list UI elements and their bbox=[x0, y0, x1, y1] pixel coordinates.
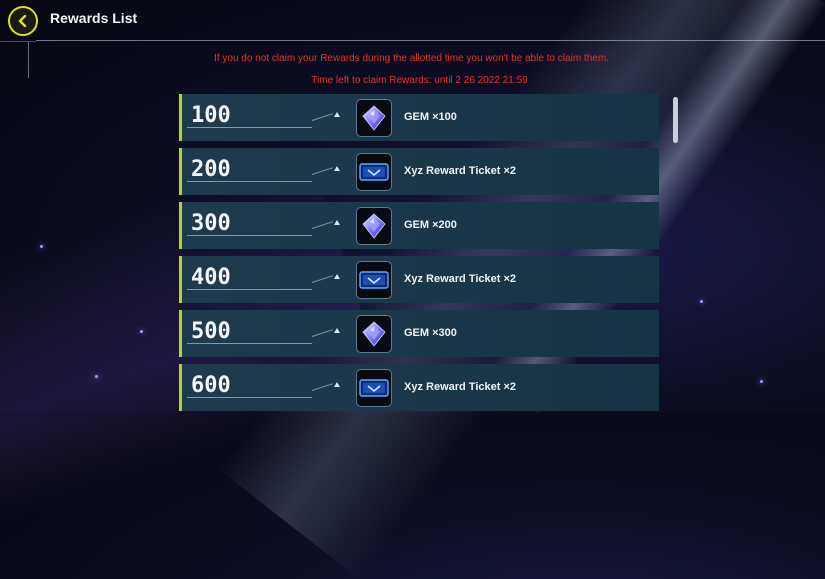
row-underline bbox=[187, 235, 312, 236]
reward-row-200[interactable]: 200 Xyz Reward Ticket ×2 bbox=[179, 148, 659, 195]
reward-label: Xyz Reward Ticket ×2 bbox=[404, 165, 516, 177]
row-underline bbox=[187, 127, 312, 128]
ticket-icon bbox=[359, 271, 389, 289]
row-underline-slant bbox=[311, 383, 334, 391]
reward-row-300[interactable]: 300 GEM ×200 bbox=[179, 202, 659, 249]
triangle-marker-icon bbox=[334, 274, 340, 279]
reward-count: 600 bbox=[191, 373, 231, 398]
reward-count: 200 bbox=[191, 157, 231, 182]
triangle-marker-icon bbox=[334, 166, 340, 171]
triangle-marker-icon bbox=[334, 328, 340, 333]
row-underline bbox=[187, 181, 312, 182]
reward-row-500[interactable]: 500 GEM ×300 bbox=[179, 310, 659, 357]
claim-warning: If you do not claim your Rewards during … bbox=[214, 53, 609, 64]
reward-count: 500 bbox=[191, 319, 231, 344]
frame-divider bbox=[0, 41, 36, 42]
reward-label: Xyz Reward Ticket ×2 bbox=[404, 381, 516, 393]
back-button[interactable] bbox=[8, 6, 38, 36]
row-underline bbox=[187, 343, 312, 344]
sparkle bbox=[40, 245, 43, 248]
reward-icon-frame bbox=[356, 369, 392, 407]
reward-label: GEM ×200 bbox=[404, 219, 457, 231]
header-bar: Rewards List bbox=[0, 0, 825, 40]
reward-count: 400 bbox=[191, 265, 231, 290]
gem-icon bbox=[362, 105, 386, 131]
reward-icon-frame bbox=[356, 261, 392, 299]
row-underline-slant bbox=[311, 113, 334, 121]
header-divider bbox=[36, 40, 825, 41]
triangle-marker-icon bbox=[334, 112, 340, 117]
page-title: Rewards List bbox=[50, 10, 138, 26]
triangle-marker-icon bbox=[334, 382, 340, 387]
row-underline-slant bbox=[311, 167, 334, 175]
reward-icon-frame bbox=[356, 99, 392, 137]
claim-deadline: Time left to claim Rewards: until 2 26 2… bbox=[311, 75, 528, 86]
ticket-icon bbox=[359, 379, 389, 397]
reward-count: 100 bbox=[191, 103, 231, 128]
reward-label: GEM ×100 bbox=[404, 111, 457, 123]
row-underline bbox=[187, 397, 312, 398]
row-underline-slant bbox=[311, 221, 334, 229]
gem-icon bbox=[362, 321, 386, 347]
reward-icon-frame bbox=[356, 207, 392, 245]
scrollbar[interactable] bbox=[673, 97, 678, 143]
sparkle bbox=[95, 375, 98, 378]
rewards-list[interactable]: 100 GEM ×100 200 Xyz Reward Ticket ×2 30… bbox=[179, 94, 659, 418]
gem-icon bbox=[362, 213, 386, 239]
sparkle bbox=[700, 300, 703, 303]
sparkle bbox=[760, 380, 763, 383]
reward-label: Xyz Reward Ticket ×2 bbox=[404, 273, 516, 285]
reward-icon-frame bbox=[356, 153, 392, 191]
reward-row-600[interactable]: 600 Xyz Reward Ticket ×2 bbox=[179, 364, 659, 411]
row-underline-slant bbox=[311, 275, 334, 283]
reward-icon-frame bbox=[356, 315, 392, 353]
chevron-left-icon bbox=[18, 15, 27, 27]
reward-count: 300 bbox=[191, 211, 231, 236]
ticket-icon bbox=[359, 163, 389, 181]
reward-label: GEM ×300 bbox=[404, 327, 457, 339]
row-underline-slant bbox=[311, 329, 334, 337]
row-underline bbox=[187, 289, 312, 290]
reward-row-400[interactable]: 400 Xyz Reward Ticket ×2 bbox=[179, 256, 659, 303]
reward-row-100[interactable]: 100 GEM ×100 bbox=[179, 94, 659, 141]
sparkle bbox=[140, 330, 143, 333]
triangle-marker-icon bbox=[334, 220, 340, 225]
